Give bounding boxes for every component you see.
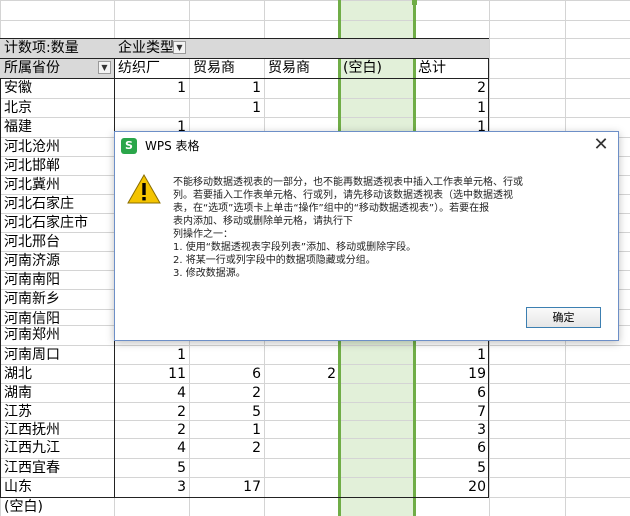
- row-label[interactable]: 河南南阳: [0, 271, 114, 289]
- count-field-label[interactable]: 计数项:数量: [0, 39, 114, 58]
- row-label[interactable]: 河北沧州: [0, 138, 114, 156]
- close-icon[interactable]: ✕: [592, 136, 610, 154]
- warning-icon: [127, 174, 161, 204]
- row-label[interactable]: 河南周口: [0, 346, 114, 364]
- row-label[interactable]: 北京: [0, 99, 114, 117]
- value-cell[interactable]: 3: [114, 478, 189, 497]
- value-cell[interactable]: 1: [189, 79, 264, 98]
- value-cell[interactable]: 1: [414, 346, 489, 364]
- row-label[interactable]: 安徽: [0, 79, 114, 98]
- value-cell[interactable]: 20: [414, 478, 489, 497]
- dialog-title: WPS 表格: [145, 139, 200, 153]
- column-field-dropdown[interactable]: ▼: [173, 41, 186, 54]
- ok-button[interactable]: 确定: [526, 307, 601, 328]
- value-cell[interactable]: 5: [414, 459, 489, 477]
- value-cell[interactable]: 1: [189, 421, 264, 438]
- row-label[interactable]: 江苏: [0, 403, 114, 420]
- row-label[interactable]: 山东: [0, 478, 114, 497]
- dialog-message-line: 列操作之一：: [173, 229, 233, 240]
- value-cell[interactable]: 2: [189, 439, 264, 458]
- dialog-message-line: 3. 修改数据源。: [173, 268, 246, 279]
- value-cell[interactable]: 5: [114, 459, 189, 477]
- value-cell[interactable]: 4: [114, 384, 189, 402]
- row-label[interactable]: 江西九江: [0, 439, 114, 458]
- row-label[interactable]: 河南信阳: [0, 310, 114, 325]
- column-header[interactable]: 纺织厂: [114, 59, 189, 78]
- row-field-dropdown[interactable]: ▼: [98, 61, 111, 74]
- column-header[interactable]: 总计: [414, 59, 489, 78]
- row-label[interactable]: 江西抚州: [0, 421, 114, 438]
- row-label[interactable]: 河北邯郸: [0, 157, 114, 175]
- row-label[interactable]: 湖南: [0, 384, 114, 402]
- row-label[interactable]: 河北邢台: [0, 233, 114, 251]
- row-label[interactable]: 湖北: [0, 365, 114, 383]
- value-cell[interactable]: 6: [414, 439, 489, 458]
- column-header[interactable]: 贸易商: [264, 59, 339, 78]
- value-cell[interactable]: 6: [189, 365, 264, 383]
- value-cell[interactable]: 2: [114, 421, 189, 438]
- row-label[interactable]: 福建: [0, 118, 114, 137]
- row-label[interactable]: (空白): [0, 498, 114, 516]
- value-cell[interactable]: 17: [189, 478, 264, 497]
- value-cell[interactable]: 11: [114, 365, 189, 383]
- value-cell[interactable]: 7: [414, 403, 489, 420]
- row-label[interactable]: 河南郑州: [0, 326, 114, 345]
- value-cell[interactable]: 1: [189, 99, 264, 117]
- wps-logo-icon: S: [121, 138, 137, 154]
- value-cell[interactable]: 2: [414, 79, 489, 98]
- value-cell[interactable]: 1: [114, 79, 189, 98]
- row-label[interactable]: 河北石家庄: [0, 195, 114, 213]
- column-header[interactable]: 贸易商: [189, 59, 264, 78]
- value-cell[interactable]: 1: [114, 346, 189, 364]
- row-label[interactable]: 河北石家庄市: [0, 214, 114, 232]
- value-cell[interactable]: 1: [414, 99, 489, 117]
- dialog-message-line: 不能移动数据透视表的一部分，也不能再数据透视表中插入工作表单元格、行或: [173, 177, 523, 188]
- dialog-message-line: 2. 将某一行或列字段中的数据项隐藏或分组。: [173, 255, 376, 266]
- value-cell[interactable]: 5: [189, 403, 264, 420]
- value-cell[interactable]: 3: [414, 421, 489, 438]
- value-cell[interactable]: 2: [114, 403, 189, 420]
- dialog-titlebar: S WPS 表格 ✕: [115, 132, 618, 160]
- dialog-message-line: 列。若要插入工作表单元格、行或列，请先移动该数据透视表（选中数据透视: [173, 190, 513, 201]
- column-header[interactable]: (空白): [339, 59, 414, 78]
- wps-alert-dialog: S WPS 表格 ✕ 不能移动数据透视表的一部分，也不能再数据透视表中插入工作表…: [114, 131, 619, 341]
- row-label[interactable]: 河南济源: [0, 252, 114, 270]
- dialog-message-line: 表内添加、移动或删除单元格，请执行下: [173, 216, 353, 227]
- row-label[interactable]: 江西宜春: [0, 459, 114, 477]
- hdr-fill-f[interactable]: [414, 39, 489, 58]
- value-cell[interactable]: 4: [114, 439, 189, 458]
- value-cell[interactable]: 6: [414, 384, 489, 402]
- dialog-message-line: 1. 使用“数据透视表字段列表”添加、移动或删除字段。: [173, 242, 417, 253]
- hdr-fill-e[interactable]: [339, 39, 414, 58]
- value-cell[interactable]: 2: [264, 365, 339, 383]
- row-field-label[interactable]: 所属省份: [0, 59, 114, 78]
- dialog-message: 不能移动数据透视表的一部分，也不能再数据透视表中插入工作表单元格、行或 列。若要插…: [173, 176, 603, 280]
- row-label[interactable]: 河北冀州: [0, 176, 114, 194]
- row-label[interactable]: 河南新乡: [0, 290, 114, 309]
- hdr-fill-c[interactable]: [189, 39, 264, 58]
- value-cell[interactable]: 2: [189, 384, 264, 402]
- dialog-message-line: 表，在“选项”选项卡上单击“操作”组中的“移动数据透视表”）。若要在报: [173, 203, 490, 214]
- hdr-fill-d[interactable]: [264, 39, 339, 58]
- value-cell[interactable]: 19: [414, 365, 489, 383]
- fill-handle[interactable]: [412, 0, 417, 5]
